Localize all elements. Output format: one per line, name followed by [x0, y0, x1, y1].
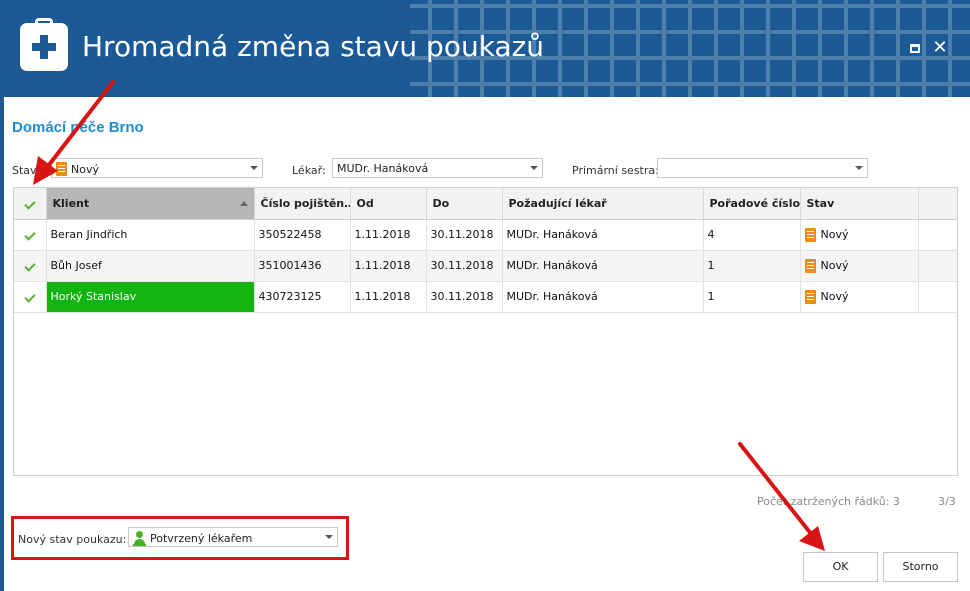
- table-row[interactable]: Beran Jindřich 350522458 1.11.2018 30.11…: [14, 219, 957, 251]
- table-row[interactable]: Horký Stanislav 430723125 1.11.2018 30.1…: [14, 281, 957, 313]
- chevron-down-icon: [855, 166, 863, 170]
- column-header-empty: [918, 188, 957, 220]
- sort-ascending-icon: [239, 201, 248, 206]
- cell-cislo: 350522458: [254, 219, 351, 251]
- chevron-down-icon: [250, 166, 258, 170]
- lekar-label: Lékař:: [292, 164, 326, 177]
- table-row[interactable]: Bůh Josef 351001436 1.11.2018 30.11.2018…: [14, 250, 957, 282]
- document-icon: [804, 289, 816, 304]
- table-header-row: Klient Číslo pojištěn… Od Do Požadující …: [14, 188, 957, 220]
- medical-kit-icon: [20, 18, 68, 71]
- check-icon: [24, 260, 36, 272]
- cell-klient: Beran Jindřich: [46, 219, 255, 251]
- column-header-poradove[interactable]: Pořadové číslo: [703, 188, 801, 220]
- organization-title: Domácí péče Brno: [12, 119, 144, 136]
- cell-stav: Nový: [800, 219, 919, 251]
- document-icon: [804, 258, 816, 273]
- sestra-label: Primární sestra:: [572, 164, 659, 177]
- cell-lekar: MUDr. Hanáková: [502, 281, 704, 313]
- row-checkbox[interactable]: [14, 219, 47, 251]
- lekar-select-value: MUDr. Hanáková: [337, 162, 429, 175]
- cancel-button[interactable]: Storno: [883, 552, 958, 582]
- cell-do: 30.11.2018: [426, 250, 503, 282]
- cell-poradove: 1: [703, 250, 801, 282]
- ok-button[interactable]: OK: [803, 552, 878, 582]
- stav-select[interactable]: Nový: [51, 158, 263, 178]
- chevron-down-icon: [530, 166, 538, 170]
- cell-cislo: 351001436: [254, 250, 351, 282]
- vouchers-table: Klient Číslo pojištěn… Od Do Požadující …: [13, 187, 958, 476]
- row-checkbox[interactable]: [14, 281, 47, 313]
- column-header-lekar[interactable]: Požadující lékař: [502, 188, 704, 220]
- cell-poradove: 4: [703, 219, 801, 251]
- sestra-select[interactable]: [657, 158, 868, 178]
- left-accent-strip: [0, 97, 4, 591]
- column-header-stav[interactable]: Stav: [800, 188, 919, 220]
- close-icon[interactable]: ✕: [930, 38, 950, 58]
- cell-od: 1.11.2018: [350, 281, 427, 313]
- cell-od: 1.11.2018: [350, 219, 427, 251]
- cell-lekar: MUDr. Hanáková: [502, 250, 704, 282]
- select-all-header[interactable]: [14, 188, 47, 220]
- stav-label: Stav:: [12, 164, 40, 177]
- cell-poradove: 1: [703, 281, 801, 313]
- check-icon: [24, 229, 36, 241]
- cell-cislo: 430723125: [254, 281, 351, 313]
- window-title: Hromadná změna stavu poukazů: [82, 30, 545, 63]
- checked-rows-count: Počet zatržených řádků: 3: [757, 495, 900, 508]
- cell-stav: Nový: [800, 281, 919, 313]
- stav-select-value: Nový: [71, 162, 99, 176]
- column-header-klient[interactable]: Klient: [46, 188, 255, 220]
- column-header-do[interactable]: Do: [426, 188, 503, 220]
- maximize-icon[interactable]: [905, 38, 925, 58]
- cell-do: 30.11.2018: [426, 281, 503, 313]
- row-checkbox[interactable]: [14, 250, 47, 282]
- check-icon: [24, 198, 36, 210]
- title-bar: Hromadná změna stavu poukazů ✕: [0, 0, 970, 97]
- cell-do: 30.11.2018: [426, 219, 503, 251]
- document-icon: [56, 162, 67, 176]
- annotation-highlight-box: [11, 516, 349, 560]
- row-position: 3/3: [938, 495, 956, 508]
- cell-lekar: MUDr. Hanáková: [502, 219, 704, 251]
- column-header-cislo[interactable]: Číslo pojištěn…: [254, 188, 351, 220]
- document-icon: [804, 227, 816, 242]
- cell-stav: Nový: [800, 250, 919, 282]
- column-header-od[interactable]: Od: [350, 188, 427, 220]
- lekar-select[interactable]: MUDr. Hanáková: [332, 158, 543, 178]
- cell-klient: Bůh Josef: [46, 250, 255, 282]
- check-icon: [24, 291, 36, 303]
- cell-klient-selected: Horký Stanislav: [46, 281, 255, 313]
- cell-od: 1.11.2018: [350, 250, 427, 282]
